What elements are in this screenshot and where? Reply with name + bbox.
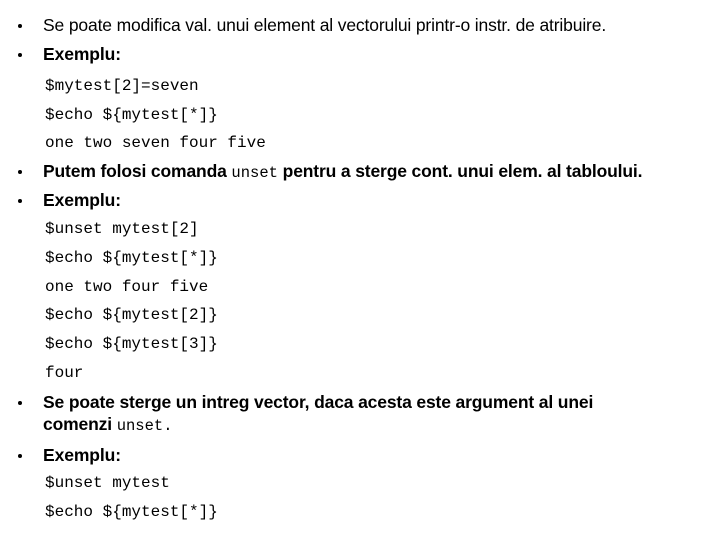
bullet-dot-icon [18,454,22,458]
bullet-marker [0,189,43,203]
exemplu-label: Exemplu: [43,445,121,465]
code-line: $echo ${mytest[*]} [45,106,218,124]
code-line: $echo ${mytest[2]} [45,306,218,324]
bullet-item-modifica: Se poate modifica val. unui element al v… [0,14,720,36]
code-line: one two seven four five [45,134,266,152]
bullet-item-unset-elem: Putem folosi comanda unset pentru a ster… [0,160,720,184]
paragraph-text: Putem folosi comanda unset pentru a ster… [43,160,716,184]
bullet-dot-icon [18,24,22,28]
code-line: four [45,364,84,382]
bullet-body: Exemplu: [43,444,720,466]
code-line: one two four five [45,278,209,296]
bullet-marker [0,43,43,57]
code-token-unset: unset. [116,417,173,435]
bullet-marker [0,391,43,405]
bullet-body: Putem folosi comanda unset pentru a ster… [43,160,720,184]
code-line: $unset mytest [45,474,170,492]
bullet-body: Se poate modifica val. unui element al v… [43,14,720,36]
code-line: $echo ${mytest[*]} [45,249,218,267]
bullet-marker [0,444,43,458]
text-run-bold-1: Putem folosi comanda [43,161,232,181]
bullet-body: Exemplu: [43,43,720,65]
bullet-dot-icon [18,199,22,203]
exemplu-label: Exemplu: [43,44,121,64]
bullet-marker [0,14,43,28]
bullet-item-exemplu-1: Exemplu: [0,43,720,65]
bullet-body: Exemplu: [43,189,720,211]
paragraph-text: Se poate modifica val. unui element al v… [43,15,607,35]
bullet-item-exemplu-3: Exemplu: [0,444,720,466]
bullet-dot-icon [18,53,22,57]
slide-canvas: Se poate modifica val. unui element al v… [0,0,720,540]
bullet-marker [0,160,43,174]
code-line: $mytest[2]=seven [45,77,199,95]
paragraph-text: Se poate sterge un intreg vector, daca a… [43,391,658,437]
bullet-body: Se poate sterge un intreg vector, daca a… [43,391,720,437]
bullet-dot-icon [18,170,22,174]
exemplu-label: Exemplu: [43,190,121,210]
bullet-dot-icon [18,401,22,405]
bullet-item-exemplu-2: Exemplu: [0,189,720,211]
bullet-item-sterge-vector: Se poate sterge un intreg vector, daca a… [0,391,720,437]
code-token-unset: unset [231,164,278,182]
text-run-bold-2: pentru a sterge cont. unui elem. al tabl… [277,161,643,181]
code-line: $echo ${mytest[*]} [45,503,218,521]
code-line: $echo ${mytest[3]} [45,335,218,353]
code-line: $unset mytest[2] [45,220,199,238]
